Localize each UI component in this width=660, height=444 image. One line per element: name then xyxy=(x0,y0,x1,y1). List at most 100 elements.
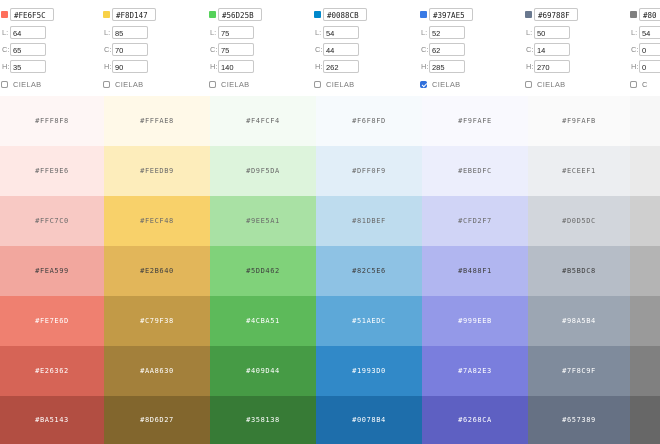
hex-input[interactable]: #80 xyxy=(639,8,660,21)
cielab-toggle[interactable]: CIELAB xyxy=(314,80,420,91)
field-h-input[interactable]: 90 xyxy=(112,60,148,73)
shade-cell[interactable]: #999EEB xyxy=(422,296,528,346)
cielab-checkbox[interactable] xyxy=(630,81,637,88)
color-swatch[interactable] xyxy=(314,11,321,18)
shade-cell[interactable]: #51AEDC xyxy=(316,296,422,346)
shade-cell[interactable] xyxy=(630,296,660,346)
field-h-input[interactable]: 0 xyxy=(639,60,660,73)
cielab-checkbox[interactable] xyxy=(103,81,110,88)
shade-cell[interactable]: #E26362 xyxy=(0,346,104,396)
shade-cell[interactable]: #F9FAFE xyxy=(422,96,528,146)
shade-cell[interactable]: #FE7E6D xyxy=(0,296,104,346)
shade-cell[interactable]: #F4FCF4 xyxy=(210,96,316,146)
field-l-input[interactable]: 54 xyxy=(639,26,660,39)
hex-input[interactable]: #F8D147 xyxy=(112,8,156,21)
shade-cell[interactable]: #FECF48 xyxy=(104,196,210,246)
shade-cell[interactable]: #7A82E3 xyxy=(422,346,528,396)
field-l-input[interactable]: 50 xyxy=(534,26,570,39)
color-swatch[interactable] xyxy=(209,11,216,18)
shade-cell[interactable] xyxy=(630,146,660,196)
shade-cell[interactable] xyxy=(630,346,660,396)
hex-input[interactable]: #0088CB xyxy=(323,8,367,21)
field-l-input[interactable]: 75 xyxy=(218,26,254,39)
shade-cell[interactable]: #FEEDB9 xyxy=(104,146,210,196)
shade-cell[interactable]: #F6F8FD xyxy=(316,96,422,146)
shade-cell[interactable]: #D9F5DA xyxy=(210,146,316,196)
shade-cell[interactable]: #C79F38 xyxy=(104,296,210,346)
field-h-input[interactable]: 270 xyxy=(534,60,570,73)
shade-cell[interactable]: #FFC7C0 xyxy=(0,196,104,246)
hex-input[interactable]: #FE6F5C xyxy=(10,8,54,21)
field-l-input[interactable]: 85 xyxy=(112,26,148,39)
shade-cell[interactable]: #DFF0F9 xyxy=(316,146,422,196)
cielab-checkbox[interactable] xyxy=(525,81,532,88)
hex-input[interactable]: #397AE5 xyxy=(429,8,473,21)
field-l-input[interactable]: 64 xyxy=(10,26,46,39)
shade-cell[interactable]: #FEA599 xyxy=(0,246,104,296)
field-c-label: C: xyxy=(631,45,639,54)
shade-cell[interactable]: #EBEDFC xyxy=(422,146,528,196)
shade-cell[interactable] xyxy=(630,96,660,146)
shade-cell[interactable]: #358138 xyxy=(210,396,316,444)
field-c-input[interactable]: 70 xyxy=(112,43,148,56)
color-swatch[interactable] xyxy=(103,11,110,18)
shade-cell[interactable]: #4CBA51 xyxy=(210,296,316,346)
shade-cell[interactable]: #FFF8F8 xyxy=(0,96,104,146)
shade-cell[interactable]: #D0D5DC xyxy=(528,196,630,246)
cielab-checkbox[interactable] xyxy=(314,81,321,88)
shade-cell[interactable]: #7F8C9F xyxy=(528,346,630,396)
shade-cell[interactable]: #ECEEF1 xyxy=(528,146,630,196)
field-c-input[interactable]: 62 xyxy=(429,43,465,56)
shade-cell[interactable]: #CFD2F7 xyxy=(422,196,528,246)
shade-cell[interactable]: #98A5B4 xyxy=(528,296,630,346)
shade-cell[interactable]: #0078B4 xyxy=(316,396,422,444)
shade-cell[interactable]: #E2B640 xyxy=(104,246,210,296)
field-h-input[interactable]: 262 xyxy=(323,60,359,73)
color-swatch[interactable] xyxy=(420,11,427,18)
shade-cell[interactable]: #409D44 xyxy=(210,346,316,396)
shade-cell[interactable] xyxy=(630,396,660,444)
shade-cell[interactable]: #5DD462 xyxy=(210,246,316,296)
shade-cell[interactable]: #1993D0 xyxy=(316,346,422,396)
cielab-toggle[interactable]: C xyxy=(630,80,660,91)
shade-cell[interactable]: #6268CA xyxy=(422,396,528,444)
shade-cell[interactable]: #FFE9E6 xyxy=(0,146,104,196)
field-h-input[interactable]: 35 xyxy=(10,60,46,73)
field-h-input[interactable]: 285 xyxy=(429,60,465,73)
color-swatch[interactable] xyxy=(1,11,8,18)
cielab-checkbox[interactable] xyxy=(209,81,216,88)
hex-input[interactable]: #56D25B xyxy=(218,8,262,21)
cielab-checkbox[interactable] xyxy=(420,81,427,88)
cielab-toggle[interactable]: CIELAB xyxy=(103,80,209,91)
field-c-input[interactable]: 75 xyxy=(218,43,254,56)
shade-cell[interactable] xyxy=(630,196,660,246)
cielab-toggle[interactable]: CIELAB xyxy=(420,80,526,91)
cielab-checkbox[interactable] xyxy=(1,81,8,88)
shade-cell[interactable]: #F9FAFB xyxy=(528,96,630,146)
cielab-label: CIELAB xyxy=(432,80,461,89)
field-l-input[interactable]: 52 xyxy=(429,26,465,39)
field-c-input[interactable]: 44 xyxy=(323,43,359,56)
shade-cell[interactable]: #B5BDC8 xyxy=(528,246,630,296)
shade-cell[interactable]: #B488F1 xyxy=(422,246,528,296)
cielab-toggle[interactable]: CIELAB xyxy=(1,80,107,91)
field-c-input[interactable]: 0 xyxy=(639,43,660,56)
field-c-input[interactable]: 14 xyxy=(534,43,570,56)
hex-input[interactable]: #69788F xyxy=(534,8,578,21)
shade-cell[interactable]: #657389 xyxy=(528,396,630,444)
shade-cell[interactable]: #9EE5A1 xyxy=(210,196,316,246)
shade-cell[interactable]: #FFFAE8 xyxy=(104,96,210,146)
field-h-input[interactable]: 140 xyxy=(218,60,254,73)
cielab-toggle[interactable]: CIELAB xyxy=(525,80,631,91)
field-c-input[interactable]: 65 xyxy=(10,43,46,56)
shade-cell[interactable]: #8D6D27 xyxy=(104,396,210,444)
field-l-input[interactable]: 54 xyxy=(323,26,359,39)
shade-cell[interactable] xyxy=(630,246,660,296)
shade-cell[interactable]: #82C5E6 xyxy=(316,246,422,296)
cielab-toggle[interactable]: CIELAB xyxy=(209,80,315,91)
color-swatch[interactable] xyxy=(630,11,637,18)
shade-cell[interactable]: #AA8630 xyxy=(104,346,210,396)
shade-cell[interactable]: #BA5143 xyxy=(0,396,104,444)
shade-cell[interactable]: #81DBEF xyxy=(316,196,422,246)
color-swatch[interactable] xyxy=(525,11,532,18)
